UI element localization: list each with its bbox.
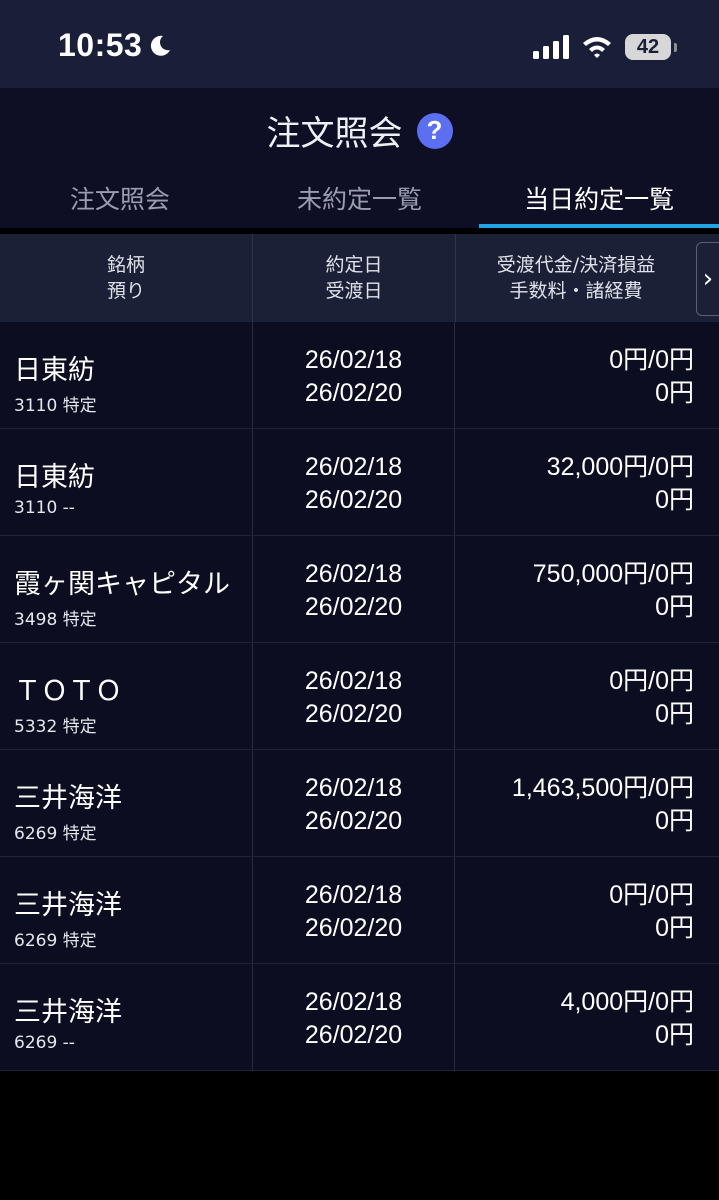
stock-cell: 三井海洋 6269 特定	[0, 857, 253, 963]
trade-date: 26/02/18	[304, 774, 403, 802]
page-title-text: 注文照会	[266, 114, 403, 154]
settle-date: 26/02/20	[304, 486, 403, 514]
amount-cell: 32,000円/0円 0円	[455, 429, 719, 535]
stock-name: 三井海洋	[14, 890, 122, 921]
column-header-stock: 銘柄 預り	[0, 234, 253, 322]
settlement-amount: 0円/0円	[609, 881, 694, 909]
amount-cell: 1,463,500円/0円 0円	[455, 750, 719, 856]
table-row[interactable]: 霞ヶ関キャピタル 3498 特定 26/02/18 26/02/20 750,0…	[0, 536, 719, 643]
settlement-amount: 32,000円/0円	[546, 453, 694, 481]
tab-bar: 注文照会 未約定一覧 当日約定一覧	[0, 170, 719, 228]
settle-date: 26/02/20	[304, 1021, 403, 1049]
header-trade-date-label: 約定日	[325, 254, 383, 276]
trade-date: 26/02/18	[304, 560, 403, 588]
stock-cell: 日東紡 3110 特定	[0, 322, 253, 428]
table-header: 銘柄 預り 約定日 受渡日 受渡代金/決済損益 手数料・諸経費 ›	[0, 234, 719, 322]
tab-today-executed-list[interactable]: 当日約定一覧	[479, 170, 719, 228]
stock-name: ＴＯＴＯ	[14, 676, 122, 707]
stock-code: 3110 特定	[14, 396, 97, 416]
stock-name: 日東紡	[14, 355, 95, 386]
trade-date: 26/02/18	[304, 667, 403, 695]
clock: 10:53	[58, 27, 172, 64]
column-header-amounts: 受渡代金/決済損益 手数料・諸経費	[456, 234, 696, 322]
trade-date: 26/02/18	[304, 881, 403, 909]
date-cell: 26/02/18 26/02/20	[253, 322, 455, 428]
amount-cell: 0円/0円 0円	[455, 643, 719, 749]
fee-amount: 0円	[655, 379, 694, 407]
stock-name: 日東紡	[14, 462, 95, 493]
stock-code: 3498 特定	[14, 610, 97, 630]
stock-code: 5332 特定	[14, 717, 97, 737]
column-header-dates: 約定日 受渡日	[253, 234, 456, 322]
date-cell: 26/02/18 26/02/20	[253, 857, 455, 963]
stock-code: 6269 --	[14, 1033, 75, 1053]
table-row[interactable]: 三井海洋 6269 特定 26/02/18 26/02/20 1,463,500…	[0, 750, 719, 857]
settlement-amount: 750,000円/0円	[532, 560, 694, 588]
trade-date: 26/02/18	[304, 346, 403, 374]
settle-date: 26/02/20	[304, 807, 403, 835]
table-row[interactable]: 日東紡 3110 -- 26/02/18 26/02/20 32,000円/0円…	[0, 429, 719, 536]
settle-date: 26/02/20	[304, 700, 403, 728]
trade-date: 26/02/18	[304, 988, 403, 1016]
header-custody-label: 預り	[106, 280, 145, 302]
table-row[interactable]: ＴＯＴＯ 5332 特定 26/02/18 26/02/20 0円/0円 0円	[0, 643, 719, 750]
date-cell: 26/02/18 26/02/20	[253, 750, 455, 856]
table-row[interactable]: 日東紡 3110 特定 26/02/18 26/02/20 0円/0円 0円	[0, 322, 719, 429]
stock-cell: 三井海洋 6269 --	[0, 964, 253, 1070]
table-row[interactable]: 三井海洋 6269 -- 26/02/18 26/02/20 4,000円/0円…	[0, 964, 719, 1071]
settle-date: 26/02/20	[304, 379, 403, 407]
stock-cell: ＴＯＴＯ 5332 特定	[0, 643, 253, 749]
header-stock-label: 銘柄	[106, 254, 145, 276]
amount-cell: 750,000円/0円 0円	[455, 536, 719, 642]
fee-amount: 0円	[655, 807, 694, 835]
settle-date: 26/02/20	[304, 593, 403, 621]
stock-name: 三井海洋	[14, 783, 122, 814]
tab-unexecuted-list[interactable]: 未約定一覧	[240, 170, 480, 228]
fee-amount: 0円	[655, 700, 694, 728]
date-cell: 26/02/18 26/02/20	[253, 536, 455, 642]
fee-amount: 0円	[655, 1021, 694, 1049]
date-cell: 26/02/18 26/02/20	[253, 964, 455, 1070]
execution-list: 日東紡 3110 特定 26/02/18 26/02/20 0円/0円 0円 日…	[0, 322, 719, 1071]
stock-code: 6269 特定	[14, 931, 97, 951]
moon-icon	[151, 35, 171, 56]
page-title: 注文照会 ?	[0, 106, 719, 155]
header-fee-label: 手数料・諸経費	[509, 280, 643, 302]
stock-name: 三井海洋	[14, 997, 122, 1028]
stock-code: 3110 --	[14, 498, 75, 518]
stock-cell: 日東紡 3110 --	[0, 429, 253, 535]
header-settle-date-label: 受渡日	[325, 280, 383, 302]
date-cell: 26/02/18 26/02/20	[253, 429, 455, 535]
amount-cell: 0円/0円 0円	[455, 322, 719, 428]
settlement-amount: 1,463,500円/0円	[511, 774, 694, 802]
header-amount-label: 受渡代金/決済損益	[496, 254, 656, 276]
chevron-right-icon[interactable]: ›	[696, 242, 719, 316]
help-icon[interactable]: ?	[416, 112, 453, 149]
wifi-icon	[583, 37, 611, 58]
trade-date: 26/02/18	[304, 453, 403, 481]
stock-code: 6269 特定	[14, 824, 97, 844]
date-cell: 26/02/18 26/02/20	[253, 643, 455, 749]
stock-cell: 霞ヶ関キャピタル 3498 特定	[0, 536, 253, 642]
table-row[interactable]: 三井海洋 6269 特定 26/02/18 26/02/20 0円/0円 0円	[0, 857, 719, 964]
clock-time: 10:53	[58, 27, 143, 63]
fee-amount: 0円	[655, 593, 694, 621]
amount-cell: 4,000円/0円 0円	[455, 964, 719, 1070]
settlement-amount: 4,000円/0円	[560, 988, 694, 1016]
fee-amount: 0円	[655, 914, 694, 942]
battery-icon: 42	[625, 34, 677, 60]
stock-cell: 三井海洋 6269 特定	[0, 750, 253, 856]
tab-order-inquiry[interactable]: 注文照会	[0, 170, 240, 228]
amount-cell: 0円/0円 0円	[455, 857, 719, 963]
status-icons: 42	[533, 34, 677, 60]
fee-amount: 0円	[655, 486, 694, 514]
status-bar: 10:53 42	[0, 0, 719, 88]
nav-header: 注文照会 ? 注文照会 未約定一覧 当日約定一覧	[0, 88, 719, 228]
stock-name: 霞ヶ関キャピタル	[14, 569, 230, 600]
battery-level: 42	[636, 35, 660, 58]
signal-icon	[533, 35, 569, 59]
settlement-amount: 0円/0円	[609, 667, 694, 695]
settle-date: 26/02/20	[304, 914, 403, 942]
settlement-amount: 0円/0円	[609, 346, 694, 374]
